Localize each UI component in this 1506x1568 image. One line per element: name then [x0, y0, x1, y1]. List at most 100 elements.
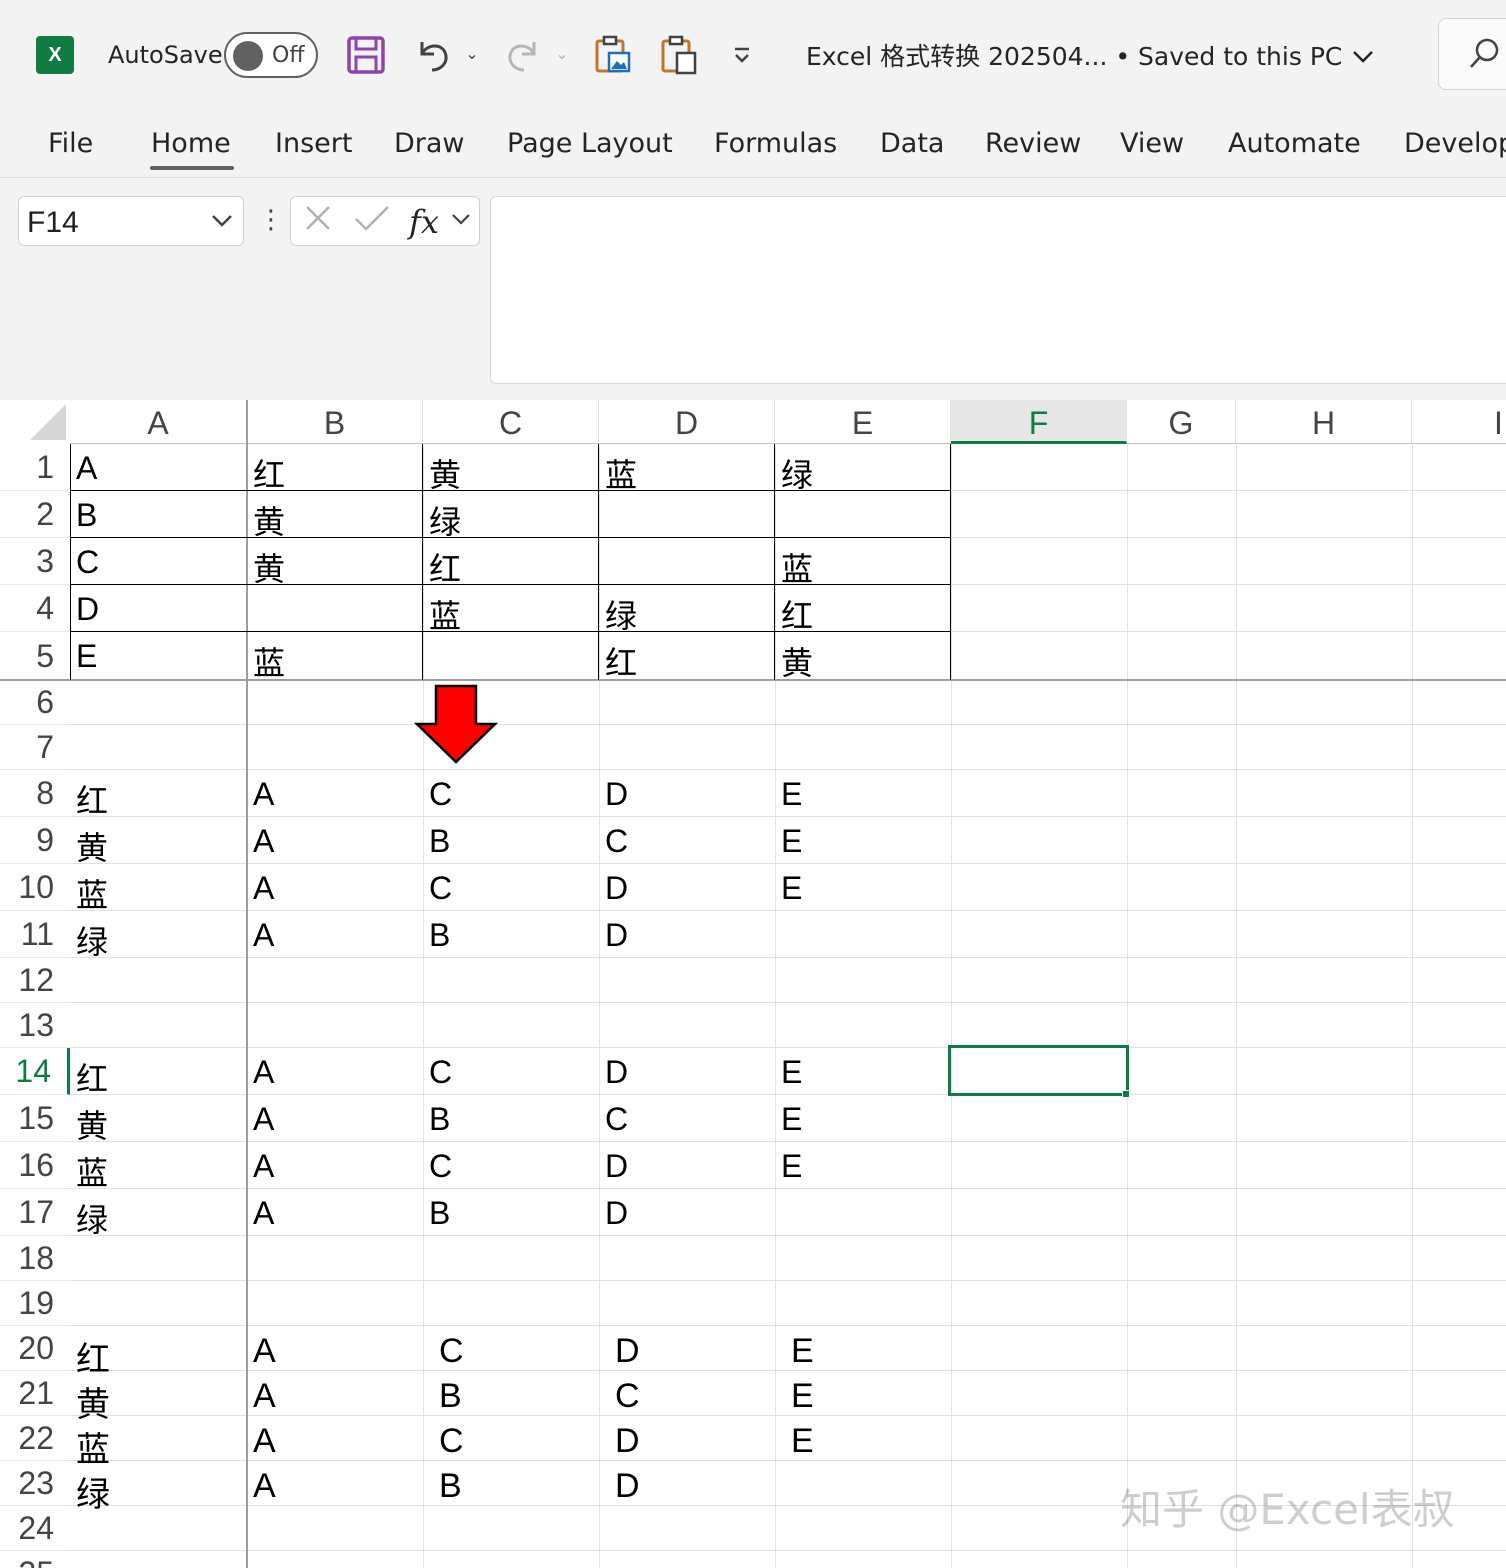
cancel-icon[interactable] [303, 203, 333, 242]
cell-e20[interactable]: E [791, 1332, 814, 1371]
cell-a3[interactable]: C [76, 544, 99, 581]
cell-c17[interactable]: B [429, 1195, 450, 1232]
redo-icon[interactable] [502, 34, 544, 76]
cell-d5[interactable]: 红 [605, 638, 637, 684]
cell-b20[interactable]: A [253, 1332, 276, 1371]
row-header-18[interactable]: 18 [0, 1236, 70, 1281]
cell-c10[interactable]: C [429, 870, 452, 907]
column-header-d[interactable]: D [599, 400, 775, 444]
insert-function-button[interactable]: fx [409, 203, 439, 241]
row-header-12[interactable]: 12 [0, 958, 70, 1003]
select-all-corner[interactable] [0, 400, 70, 444]
undo-dropdown-icon[interactable]: ⌄ [462, 44, 482, 64]
cell-a21[interactable]: 黄 [76, 1377, 110, 1426]
cell-e9[interactable]: E [781, 823, 802, 860]
autosave-toggle[interactable]: Off [224, 32, 318, 78]
column-header-h[interactable]: H [1236, 400, 1412, 444]
fill-handle[interactable] [1122, 1090, 1130, 1098]
cell-d11[interactable]: D [605, 917, 628, 954]
column-header-i[interactable]: I [1412, 400, 1506, 444]
cell-e22[interactable]: E [791, 1422, 814, 1461]
cell-b22[interactable]: A [253, 1422, 276, 1461]
cell-c11[interactable]: B [429, 917, 450, 954]
cell-b15[interactable]: A [253, 1101, 274, 1138]
cell-e16[interactable]: E [781, 1148, 802, 1185]
row-header-21[interactable]: 21 [0, 1371, 70, 1416]
column-header-a[interactable]: A [70, 400, 247, 444]
cell-d9[interactable]: C [605, 823, 628, 860]
cell-a16[interactable]: 蓝 [76, 1148, 108, 1194]
column-header-b[interactable]: B [247, 400, 423, 444]
tab-developer[interactable]: Develop [1404, 128, 1506, 159]
cell-b17[interactable]: A [253, 1195, 274, 1232]
cell-d16[interactable]: D [605, 1148, 628, 1185]
row-header-9[interactable]: 9 [0, 817, 70, 864]
cell-a20[interactable]: 红 [76, 1332, 110, 1381]
row-header-3[interactable]: 3 [0, 538, 70, 585]
cell-c15[interactable]: B [429, 1101, 450, 1138]
cell-c20[interactable]: C [439, 1332, 464, 1371]
cell-b23[interactable]: A [253, 1467, 276, 1506]
column-header-c[interactable]: C [423, 400, 599, 444]
paste-icon[interactable] [658, 34, 700, 76]
tab-page-layout[interactable]: Page Layout [507, 128, 673, 159]
cell-d17[interactable]: D [605, 1195, 628, 1232]
cell-b16[interactable]: A [253, 1148, 274, 1185]
cell-b10[interactable]: A [253, 870, 274, 907]
cell-c8[interactable]: C [429, 776, 452, 813]
cell-a8[interactable]: 红 [76, 776, 108, 822]
cell-a17[interactable]: 绿 [76, 1195, 108, 1241]
row-header-11[interactable]: 11 [0, 911, 70, 958]
cell-a5[interactable]: E [76, 638, 97, 675]
cell-a2[interactable]: B [76, 497, 97, 534]
cell-b14[interactable]: A [253, 1054, 274, 1091]
redo-dropdown-icon[interactable]: ⌄ [552, 44, 572, 64]
cell-b21[interactable]: A [253, 1377, 276, 1416]
cell-c16[interactable]: C [429, 1148, 452, 1185]
cell-b5[interactable]: 蓝 [253, 638, 285, 684]
tab-view[interactable]: View [1120, 128, 1184, 159]
check-icon[interactable] [353, 203, 391, 242]
column-header-f[interactable]: F [951, 400, 1127, 444]
row-header-4[interactable]: 4 [0, 585, 70, 632]
row-header-7[interactable]: 7 [0, 725, 70, 770]
row-header-25[interactable]: 25 [0, 1551, 70, 1568]
cell-d14[interactable]: D [605, 1054, 628, 1091]
cell-b8[interactable]: A [253, 776, 274, 813]
cell-d20[interactable]: D [615, 1332, 640, 1371]
cell-a9[interactable]: 黄 [76, 823, 108, 869]
cell-a23[interactable]: 绿 [76, 1467, 110, 1516]
row-header-10[interactable]: 10 [0, 864, 70, 911]
cell-a4[interactable]: D [76, 591, 99, 628]
row-header-22[interactable]: 22 [0, 1416, 70, 1461]
row-header-6[interactable]: 6 [0, 680, 70, 725]
cell-e14[interactable]: E [781, 1054, 802, 1091]
column-header-g[interactable]: G [1127, 400, 1236, 444]
cell-a1[interactable]: A [76, 450, 97, 487]
cell-d8[interactable]: D [605, 776, 628, 813]
chevron-down-icon[interactable] [451, 211, 471, 232]
tab-formulas[interactable]: Formulas [714, 128, 837, 159]
tab-data[interactable]: Data [880, 128, 944, 159]
cell-c14[interactable]: C [429, 1054, 452, 1091]
row-header-16[interactable]: 16 [0, 1142, 70, 1189]
save-icon[interactable] [345, 34, 387, 76]
row-header-2[interactable]: 2 [0, 491, 70, 538]
cell-c22[interactable]: C [439, 1422, 464, 1461]
cell-a15[interactable]: 黄 [76, 1101, 108, 1147]
cell-d15[interactable]: C [605, 1101, 628, 1138]
down-arrow-shape[interactable] [414, 684, 498, 766]
cell-e8[interactable]: E [781, 776, 802, 813]
cell-e15[interactable]: E [781, 1101, 802, 1138]
tab-review[interactable]: Review [985, 128, 1081, 159]
row-header-20[interactable]: 20 [0, 1326, 70, 1371]
formula-input[interactable] [490, 196, 1506, 384]
cell-c21[interactable]: B [439, 1377, 462, 1416]
cell-a14[interactable]: 红 [76, 1054, 108, 1100]
row-header-19[interactable]: 19 [0, 1281, 70, 1326]
cell-b11[interactable]: A [253, 917, 274, 954]
tab-file[interactable]: File [48, 128, 93, 159]
row-header-15[interactable]: 15 [0, 1095, 70, 1142]
paste-picture-icon[interactable] [592, 34, 634, 76]
column-header-e[interactable]: E [775, 400, 951, 444]
